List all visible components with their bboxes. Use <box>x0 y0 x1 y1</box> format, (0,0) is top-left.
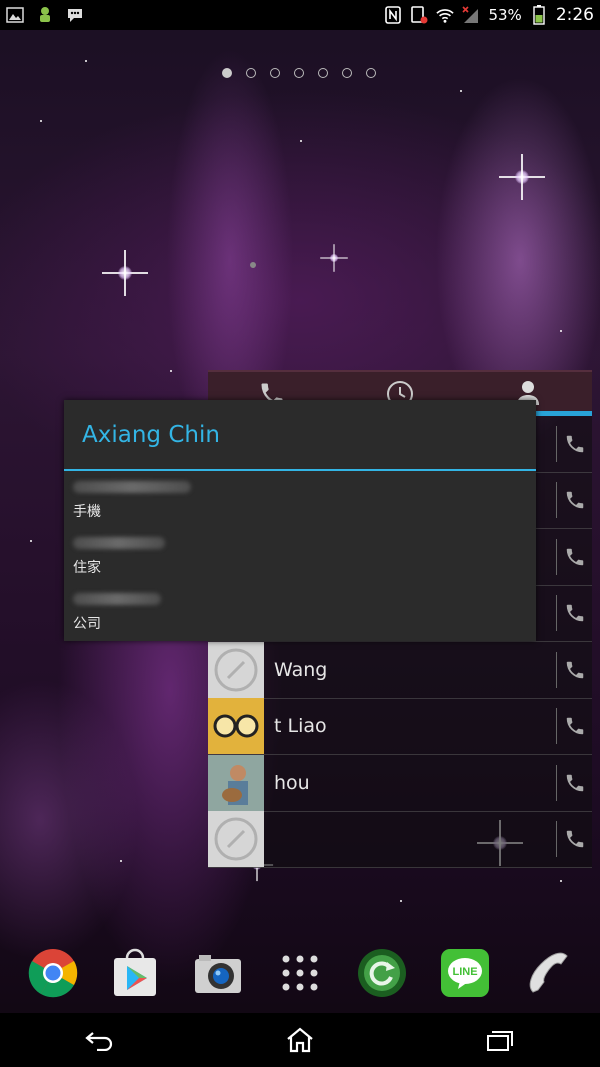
chrome-app[interactable] <box>27 947 79 999</box>
number-type-label: 住家 <box>73 560 101 576</box>
phone-call-icon <box>566 661 583 678</box>
update-app[interactable] <box>356 947 408 999</box>
contact-thumbnail <box>208 811 264 868</box>
sparkle-decoration <box>497 152 547 202</box>
sparkle-decoration <box>100 248 150 298</box>
call-button[interactable] <box>556 538 592 575</box>
call-button[interactable] <box>556 425 592 462</box>
sparkle-decoration <box>319 243 349 273</box>
camera-app[interactable] <box>192 947 244 999</box>
contact-name: hou <box>274 771 310 794</box>
play-store-icon <box>114 948 157 996</box>
number-type-label: 手機 <box>73 504 101 520</box>
image-notification-icon <box>6 6 24 24</box>
phone-number-item-mobile[interactable]: 手機 <box>64 471 536 527</box>
page-dot[interactable] <box>342 68 352 78</box>
line-app[interactable]: LINE <box>439 947 491 999</box>
recents-button[interactable] <box>470 1020 530 1060</box>
nfc-icon <box>384 6 402 24</box>
app-dock: LINE <box>0 940 600 1006</box>
page-indicator <box>222 68 376 78</box>
phone-call-icon <box>566 605 583 622</box>
call-button[interactable] <box>556 821 592 858</box>
back-button[interactable] <box>70 1020 130 1060</box>
contact-name: Wang <box>274 658 328 681</box>
call-button[interactable] <box>556 595 592 632</box>
battery-icon <box>530 5 548 25</box>
phone-app[interactable] <box>521 947 573 999</box>
page-dot[interactable] <box>366 68 376 78</box>
page-dot[interactable] <box>318 68 328 78</box>
call-button[interactable] <box>556 651 592 688</box>
redacted-number <box>73 481 191 493</box>
phone-call-icon <box>566 548 583 565</box>
list-item[interactable]: Wang <box>208 641 592 699</box>
app-drawer-icon <box>282 955 318 991</box>
navigation-bar <box>0 1013 600 1067</box>
home-icon <box>287 1027 313 1053</box>
glasses-avatar-icon <box>208 698 264 755</box>
list-item[interactable] <box>208 811 592 868</box>
update-icon <box>358 949 407 997</box>
sim-blocked-icon <box>410 6 428 24</box>
call-button[interactable] <box>556 764 592 801</box>
camera-icon <box>194 955 241 993</box>
phone-call-icon <box>566 831 583 848</box>
number-type-label: 公司 <box>73 616 101 632</box>
redacted-number <box>73 593 161 605</box>
default-avatar-icon <box>208 641 264 698</box>
page-dot[interactable] <box>222 68 232 78</box>
default-avatar-icon <box>208 811 264 868</box>
page-dot[interactable] <box>270 68 280 78</box>
page-dot[interactable] <box>246 68 256 78</box>
call-button[interactable] <box>556 482 592 519</box>
phone-icon <box>529 952 568 993</box>
contact-thumbnail <box>208 641 264 698</box>
chrome-icon <box>28 949 78 998</box>
droid-notification-icon <box>36 6 54 24</box>
phone-number-item-home[interactable]: 住家 <box>64 527 536 583</box>
clock: 2:26 <box>555 5 594 25</box>
call-button[interactable] <box>556 708 592 745</box>
list-item[interactable]: hou <box>208 754 592 812</box>
signal-icon <box>462 6 480 24</box>
phone-call-icon <box>566 492 583 509</box>
line-logo-text: LINE <box>452 966 477 978</box>
dialog-title: Axiang Chin <box>64 400 536 471</box>
status-bar: 53% 2:26 <box>0 0 600 30</box>
guitar-photo-avatar-icon <box>208 754 264 811</box>
back-icon <box>85 1032 113 1051</box>
app-drawer-button[interactable] <box>274 947 326 999</box>
recents-icon <box>487 1031 513 1051</box>
play-store-app[interactable] <box>109 947 161 999</box>
list-item[interactable]: t Liao <box>208 698 592 755</box>
page-dot[interactable] <box>294 68 304 78</box>
phone-call-icon <box>566 774 583 791</box>
home-button[interactable] <box>270 1020 330 1060</box>
battery-percent: 53% <box>488 6 522 24</box>
line-icon: LINE <box>440 949 489 997</box>
bbm-notification-icon <box>66 6 84 24</box>
phone-number-item-work[interactable]: 公司 <box>64 583 536 639</box>
redacted-number <box>73 537 165 549</box>
contact-thumbnail <box>208 698 264 755</box>
contact-name: t Liao <box>274 715 327 738</box>
contact-thumbnail <box>208 754 264 811</box>
phone-call-icon <box>566 718 583 735</box>
wifi-icon <box>436 6 455 24</box>
phone-call-icon <box>566 435 583 452</box>
contact-numbers-dialog: Axiang Chin 手機 住家 公司 <box>64 400 536 641</box>
